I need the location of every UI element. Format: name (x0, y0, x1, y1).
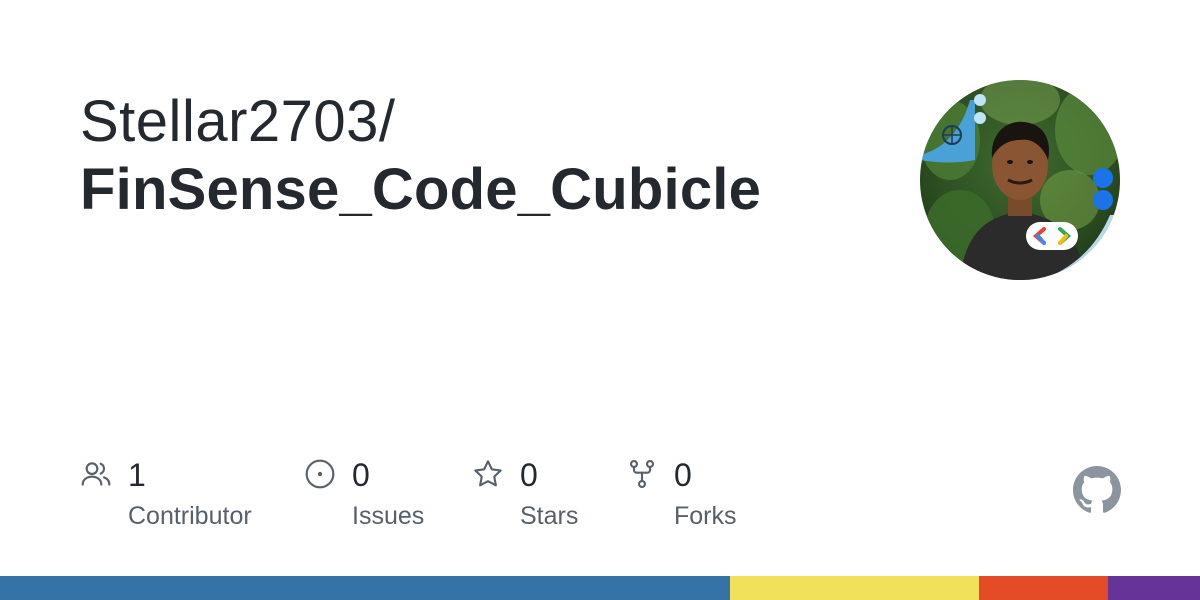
forks-label: Forks (674, 502, 737, 530)
contributors-count: 1 (128, 457, 146, 493)
issues-count: 0 (352, 457, 370, 493)
language-bar-segment (0, 576, 730, 600)
repo-forked-icon (626, 458, 658, 490)
stars-count: 0 (520, 457, 538, 493)
language-bar-segment (729, 576, 980, 600)
owner-avatar[interactable] (920, 80, 1120, 280)
contributors-label: Contributor (128, 502, 252, 530)
issues-label: Issues (352, 502, 425, 530)
repo-owner[interactable]: Stellar2703/ (80, 88, 880, 156)
star-icon (472, 458, 504, 490)
stars-label: Stars (520, 502, 579, 530)
language-bar-segment (979, 576, 1108, 600)
avatar-image (920, 80, 1120, 280)
forks-count: 0 (674, 457, 692, 493)
repo-title: Stellar2703/ FinSense_Code_Cubicle (80, 88, 880, 224)
issue-opened-icon (304, 458, 336, 490)
repo-name[interactable]: FinSense_Code_Cubicle (80, 156, 880, 224)
github-logo-icon[interactable] (1073, 466, 1121, 514)
language-bar (0, 576, 1200, 600)
people-icon (80, 458, 112, 490)
language-bar-segment (1107, 576, 1200, 600)
repo-social-card: Stellar2703/ FinSense_Code_Cubicle 1 Con… (0, 0, 1200, 600)
